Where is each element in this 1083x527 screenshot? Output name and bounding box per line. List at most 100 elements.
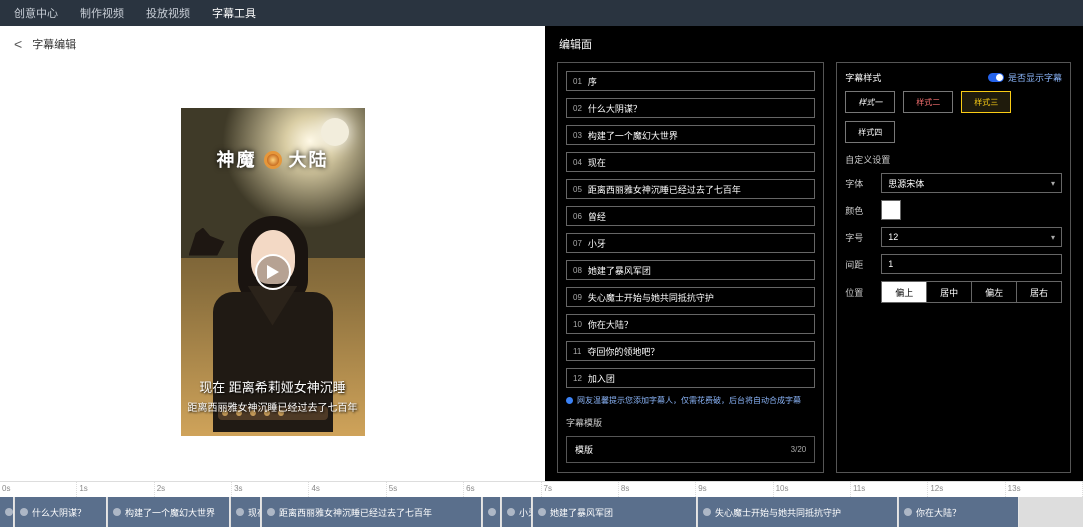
timeline-clip[interactable]: 她建了暴风军团 [533,497,697,527]
video-preview[interactable]: 神魔 大陆 现在 距离希莉娅女神沉睡 距离西丽雅女神沉睡已经过去了七百年 [181,108,365,436]
caption-text: 失心魔士开始与她共同抵抗守护 [588,291,714,304]
caption-index: 04 [573,158,582,167]
size-label: 字号 [845,231,873,244]
size-select[interactable]: 12▾ [881,227,1062,247]
ring-icon [264,151,282,169]
timeline-clip[interactable]: 现在 [231,497,261,527]
clip-dot-icon [236,508,244,516]
caption-row[interactable]: 09失心魔士开始与她共同抵抗守护 [566,287,815,307]
caption-index: 11 [573,347,581,356]
pos-btn-3[interactable]: 居右 [1017,281,1062,303]
caption-row[interactable]: 08 她建了暴风军团 [566,260,815,280]
captions-panel: 01序 02什么大阴谋？ 03构建了一个魔幻大世界 04 现在 05距离西丽雅女神沉睡已经… [557,62,824,473]
pos-btn-1[interactable]: 居中 [927,281,972,303]
caption-text: 你在大陆？ [588,318,633,331]
caption-text: 小牙 [588,237,606,250]
caption-text: 夺回你的领地吧？ [587,345,659,358]
clip-dot-icon [488,508,496,516]
style-tile-2[interactable]: 样式二 [903,91,953,113]
timeline-clip[interactable]: 序 [0,497,14,527]
clip-text: 曾… [500,506,501,519]
style-tile-3[interactable]: 样式三 [961,91,1011,113]
ruler-tick: 7s [542,482,619,497]
timeline-clip[interactable]: 你在大陆？ [899,497,1019,527]
ruler-tick: 8s [619,482,696,497]
chevron-down-icon: ▾ [1051,179,1055,188]
clip-text: 什么大阴谋？ [32,506,86,519]
caption-text: 现在 [588,156,606,169]
caption-index: 02 [573,104,582,113]
caption-row[interactable]: 12加入团 [566,368,815,388]
ruler-tick: 4s [309,482,386,497]
right-panel: 编辑面 01序02什么大阴谋？03构建了一个魔幻大世界04现在05距离西丽雅女神… [545,26,1083,481]
moon-icon [321,118,349,146]
lineheight-input[interactable]: 1 [881,254,1062,274]
caption-row[interactable]: 05距离西丽雅女神沉睡已经过去了七百年 [566,179,815,199]
show-subtitle-toggle[interactable]: 是否显示字幕 [988,71,1062,84]
chevron-down-icon: ▾ [1051,233,1055,242]
timeline-clip[interactable]: 什么大阴谋？ [15,497,107,527]
timeline-clip[interactable]: 曾… [483,497,501,527]
ruler-tick: 5s [387,482,464,497]
pos-btn-2[interactable]: 偏左 [972,281,1017,303]
nav-item-1[interactable]: 制作视频 [80,5,124,21]
timeline-clip[interactable]: 距离西丽雅女神沉睡已经过去了七百年 [262,497,482,527]
style-section-label: 字幕样式 [845,71,881,84]
back-icon[interactable]: < [14,36,22,52]
template-section-label: 字幕模版 [566,416,815,429]
ruler-tick: 10s [774,482,851,497]
generate-button[interactable]: 生成视频 [568,472,644,473]
clip-dot-icon [507,508,515,516]
settings-panel: 字幕样式 是否显示字幕 样式一 样式二 样式三 样式四 自定义设置 字体 [836,62,1071,473]
timeline: 0s1s2s3s4s5s6s7s8s9s10s11s12s13s 序什么大阴谋？… [0,481,1083,527]
ruler-tick: 12s [928,482,1005,497]
style-tile-1[interactable]: 样式一 [845,91,895,113]
caption-row[interactable]: 11 夺回你的领地吧？ [566,341,815,361]
pos-btn-0[interactable]: 偏上 [881,281,927,303]
caption-text: 她建了暴风军团 [588,264,651,277]
nav-item-3[interactable]: 字幕工具 [212,5,256,21]
color-swatch[interactable] [881,200,901,220]
nav-item-2[interactable]: 投放视频 [146,5,190,21]
clip-dot-icon [904,508,912,516]
clip-dot-icon [5,508,13,516]
caption-row[interactable]: 03构建了一个魔幻大世界 [566,125,815,145]
clip-text: 现在 [248,506,261,519]
caption-row[interactable]: 01序 [566,71,815,91]
caption-row[interactable]: 10你在大陆？ [566,314,815,334]
clip-text: 小牙 [519,506,532,519]
top-nav: 创意中心 制作视频 投放视频 字幕工具 [0,0,1083,26]
timeline-clip[interactable]: 构建了一个魔幻大世界 [108,497,230,527]
play-button[interactable] [255,254,291,290]
clip-dot-icon [20,508,28,516]
timeline-track[interactable]: 序 什么大阴谋？ 构建了一个魔幻大世界 现在 距离西丽雅女神沉睡已经过去了七百年 曾… 小牙… [0,497,1083,527]
caption-row[interactable]: 04 现在 [566,152,815,172]
caption-row[interactable]: 06曾经 [566,206,815,226]
style-tile-4[interactable]: 样式四 [845,121,895,143]
clip-dot-icon [267,508,275,516]
clip-dot-icon [703,508,711,516]
timeline-clip[interactable]: 小牙 [502,497,532,527]
caption-row[interactable]: 07小牙 [566,233,815,253]
caption-text: 曾经 [588,210,606,223]
template-name: 模版 [575,443,593,456]
ruler-tick: 2s [155,482,232,497]
timeline-clip[interactable]: 失心魔士开始与她共同抵抗守护 [698,497,898,527]
clip-dot-icon [538,508,546,516]
lineheight-label: 间距 [845,258,873,271]
clip-text: 距离西丽雅女神沉睡已经过去了七百年 [279,506,432,519]
caption-index: 12 [573,374,582,383]
caption-index: 08 [573,266,582,275]
font-select[interactable]: 思源宋体▾ [881,173,1062,193]
ruler-tick: 9s [696,482,773,497]
caption-tip: 网友温馨提示您添加字幕人，仅需花费破，后台将自动合成字幕 [566,395,815,406]
toggle-switch-icon [988,73,1004,82]
clip-text: 你在大陆？ [916,506,961,519]
ruler-tick: 6s [464,482,541,497]
preview-caption-main: 现在 距离希莉娅女神沉睡 [181,377,365,396]
nav-item-0[interactable]: 创意中心 [14,5,58,21]
caption-row[interactable]: 02什么大阴谋？ [566,98,815,118]
info-dot-icon [566,397,573,404]
caption-text: 序 [588,75,597,88]
template-row[interactable]: 模版3/20 [566,436,815,463]
